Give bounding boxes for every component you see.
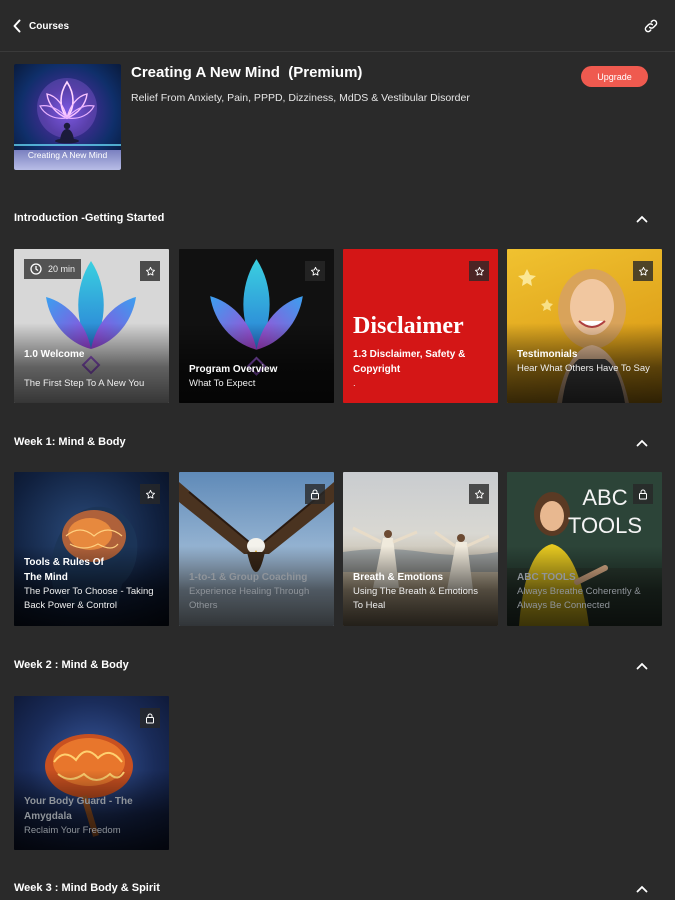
card-subtitle: The First Step To A New You xyxy=(24,378,145,389)
favorite-button[interactable] xyxy=(633,261,653,281)
favorite-button[interactable] xyxy=(469,261,489,281)
lock-icon xyxy=(311,489,319,499)
card-title: Breath & Emotions xyxy=(353,572,444,583)
lesson-card-abc-tools[interactable]: ABC TOOLS ABC TOOLS Always Breathe Coher… xyxy=(507,472,662,626)
lesson-card-breath-emotions[interactable]: Breath & Emotions Using The Breath & Emo… xyxy=(343,472,498,626)
star-icon xyxy=(145,266,155,276)
section-title-introduction: Introduction -Getting Started xyxy=(14,212,165,224)
collapse-week-3-button[interactable] xyxy=(634,883,650,895)
lesson-card-program-overview[interactable]: Program Overview What To Expect xyxy=(179,249,334,403)
locked-indicator xyxy=(633,484,653,504)
card-title: ABC TOOLS xyxy=(517,572,576,583)
top-bar: Courses xyxy=(0,0,675,52)
card-subtitle: Experience Healing Through Others xyxy=(189,586,310,611)
lesson-card-amygdala[interactable]: Your Body Guard - The Amygdala Reclaim Y… xyxy=(14,696,169,850)
collapse-introduction-button[interactable] xyxy=(634,213,650,225)
favorite-button[interactable] xyxy=(140,261,160,281)
section-title-week-3: Week 3 : Mind Body & Spirit xyxy=(14,882,160,894)
course-subtitle: Relief From Anxiety, Pain, PPPD, Dizzine… xyxy=(131,92,470,104)
clock-icon xyxy=(30,263,42,275)
upgrade-button[interactable]: Upgrade xyxy=(581,66,648,87)
card-subtitle: The Power To Choose - Taking Back Power … xyxy=(24,586,154,611)
back-button[interactable]: Courses xyxy=(12,16,69,36)
lesson-card-testimonials[interactable]: Testimonials Hear What Others Have To Sa… xyxy=(507,249,662,403)
disclaimer-image-text: Disclaimer xyxy=(353,313,464,339)
link-button[interactable] xyxy=(641,16,661,36)
chevron-up-icon xyxy=(636,885,648,893)
locked-indicator xyxy=(305,484,325,504)
chevron-left-icon xyxy=(13,19,21,33)
card-title: Program Overview xyxy=(189,364,278,375)
card-subtitle: Reclaim Your Freedom xyxy=(24,825,121,836)
lesson-card-coaching[interactable]: 1-to-1 & Group Coaching Experience Heali… xyxy=(179,472,334,626)
card-subtitle: What To Expect xyxy=(189,378,256,389)
card-title: 1.0 Welcome xyxy=(24,349,85,360)
favorite-button[interactable] xyxy=(305,261,325,281)
course-thumbnail: Creating A New Mind xyxy=(14,64,121,170)
card-title: Testimonials xyxy=(517,349,578,360)
back-label: Courses xyxy=(29,20,70,32)
lock-icon xyxy=(639,489,647,499)
lesson-card-tools-rules[interactable]: Tools & Rules Of The Mind The Power To C… xyxy=(14,472,169,626)
locked-indicator xyxy=(140,708,160,728)
collapse-week-1-button[interactable] xyxy=(634,437,650,449)
card-subtitle: Hear What Others Have To Say xyxy=(517,363,650,374)
duration-label: 20 min xyxy=(48,264,76,274)
star-icon xyxy=(638,266,648,276)
card-subtitle: . xyxy=(353,378,356,389)
lesson-card-welcome[interactable]: 20 min 1.0 Welcome The First Step To A N… xyxy=(14,249,169,403)
duration-chip: 20 min xyxy=(24,259,82,279)
card-subtitle: Always Breathe Coherently & Always Be Co… xyxy=(517,586,641,611)
favorite-button[interactable] xyxy=(469,484,489,504)
star-icon xyxy=(474,489,484,499)
chevron-up-icon xyxy=(636,439,648,447)
card-title: 1.3 Disclaimer, Safety & Copyright xyxy=(353,349,466,375)
course-title: Creating A New Mind (Premium) xyxy=(131,64,363,81)
card-title: 1-to-1 & Group Coaching xyxy=(189,572,308,583)
section-title-week-1: Week 1: Mind & Body xyxy=(14,436,126,448)
chevron-up-icon xyxy=(636,215,648,223)
thumbnail-caption: Creating A New Mind xyxy=(27,150,108,160)
card-subtitle: Using The Breath & Emotions To Heal xyxy=(353,586,478,611)
lock-icon xyxy=(146,713,154,723)
lesson-card-disclaimer[interactable]: Disclaimer 1.3 Disclaimer, Safety & Copy… xyxy=(343,249,498,403)
card-title: Tools & Rules Of The Mind xyxy=(24,557,104,583)
card-title: Your Body Guard - The Amygdala xyxy=(24,796,133,822)
star-icon xyxy=(474,266,484,276)
collapse-week-2-button[interactable] xyxy=(634,660,650,672)
star-icon xyxy=(145,489,155,499)
link-icon xyxy=(644,19,658,33)
favorite-button[interactable] xyxy=(140,484,160,504)
section-title-week-2: Week 2 : Mind & Body xyxy=(14,659,129,671)
chevron-up-icon xyxy=(636,662,648,670)
star-icon xyxy=(310,266,320,276)
